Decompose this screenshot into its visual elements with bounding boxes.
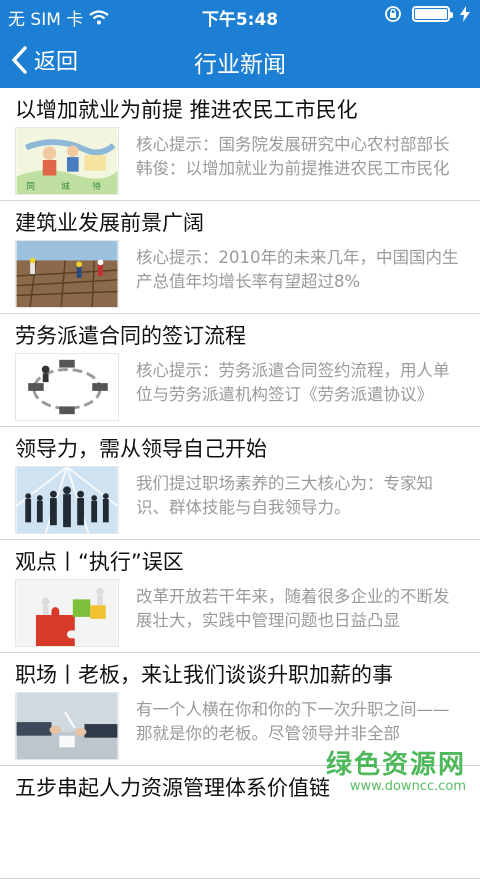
rotation-lock-icon bbox=[385, 6, 401, 22]
news-item[interactable]: 职场丨老板，来让我们谈谈升职加薪的事 有一个人横在你和你的下一次升职之间——那就… bbox=[0, 653, 480, 766]
thumb-text-c: 待 bbox=[92, 180, 101, 192]
nav-bar: 返回 行业新闻 bbox=[0, 32, 480, 88]
news-title: 以增加就业为前提 推进农民工市民化 bbox=[15, 98, 358, 122]
news-title: 五步串起人力资源管理体系价值链 bbox=[15, 776, 330, 800]
news-summary: 核心提示：2010年的未来几年，中国国内生产总值年均增长率有望超过8% bbox=[136, 248, 459, 291]
news-title: 建筑业发展前景广阔 bbox=[15, 211, 204, 235]
charging-icon bbox=[460, 6, 470, 22]
news-title: 劳务派遣合同的签订流程 bbox=[15, 324, 246, 348]
news-summary: 有一个人横在你和你的下一次升职之间——那就是你的老板。尽管领导并非全部 bbox=[136, 700, 450, 743]
status-bar: 无 SIM 卡 下午5:48 bbox=[0, 0, 480, 32]
news-thumbnail-handshake bbox=[15, 692, 119, 760]
thumb-text-b: 城 bbox=[61, 181, 70, 192]
news-title: 职场丨老板，来让我们谈谈升职加薪的事 bbox=[15, 663, 393, 687]
news-summary: 核心提示：劳务派遣合同签约流程，用人单位与劳务派遣机构签订《劳务派遣协议》 bbox=[136, 361, 450, 404]
news-thumbnail-cartoon: 同 城 待 bbox=[15, 127, 119, 195]
news-thumbnail-construction bbox=[15, 240, 119, 308]
news-thumbnail-business-people bbox=[15, 466, 119, 534]
news-item[interactable]: 领导力，需从领导自己开始 我们提过职场素养的三大核心为：专家知识、群体技能与自我… bbox=[0, 427, 480, 540]
news-title: 观点丨“执行”误区 bbox=[15, 550, 184, 574]
thumb-text-a: 同 bbox=[26, 181, 35, 192]
news-item[interactable]: 观点丨“执行”误区 改革开放若干年来，随着很多企业的不断发展壮大，实践中管理问题… bbox=[0, 540, 480, 653]
news-item[interactable]: 以增加就业为前提 推进农民工市民化 同 城 待 核心提示：国务院发展研究中心农村… bbox=[0, 88, 480, 201]
news-thumbnail-puzzle bbox=[15, 579, 119, 647]
news-list: 以增加就业为前提 推进农民工市民化 同 城 待 核心提示：国务院发展研究中心农村… bbox=[0, 88, 480, 879]
news-summary: 核心提示：国务院发展研究中心农村部部长韩俊：以增加就业为前提推进农民工市民化 bbox=[136, 135, 450, 178]
status-right bbox=[384, 5, 470, 23]
news-summary: 改革开放若干年来，随着很多企业的不断发展壮大，实践中管理问题也日益凸显 bbox=[136, 587, 450, 630]
news-thumbnail-flowchart bbox=[15, 353, 119, 421]
battery-icon bbox=[412, 6, 453, 22]
news-item[interactable]: 五步串起人力资源管理体系价值链 bbox=[0, 766, 480, 879]
news-item[interactable]: 建筑业发展前景广阔 核心提示：2010年的未来几年，中国国内生产总值年均增长率有… bbox=[0, 201, 480, 314]
page-title: 行业新闻 bbox=[194, 52, 286, 78]
news-title: 领导力，需从领导自己开始 bbox=[15, 437, 267, 461]
news-item[interactable]: 劳务派遣合同的签订流程 核心提示：劳务派遣合同签约流程，用人单位与劳务派遣机构签… bbox=[0, 314, 480, 427]
news-summary: 我们提过职场素养的三大核心为：专家知识、群体技能与自我领导力。 bbox=[136, 474, 433, 517]
